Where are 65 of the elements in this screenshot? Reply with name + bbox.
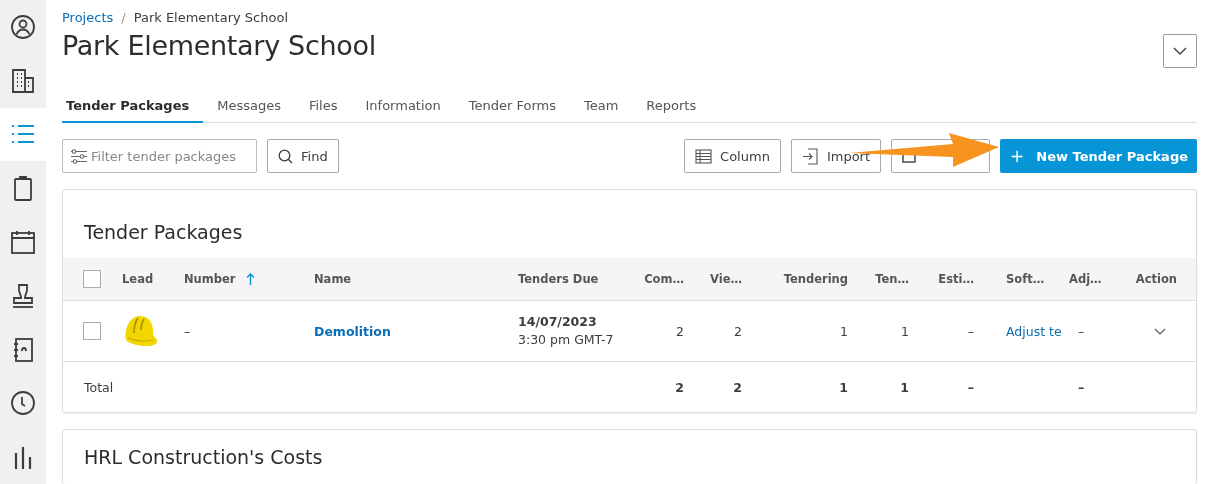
import-icon <box>801 147 819 165</box>
calendar-icon[interactable] <box>10 230 36 254</box>
column-header[interactable]: Soft… <box>1006 272 1045 286</box>
tab[interactable]: Information <box>351 98 455 123</box>
table-cell: – <box>1077 379 1085 395</box>
column-button[interactable]: Column <box>684 139 781 173</box>
tab[interactable]: Messages <box>203 98 295 123</box>
column-header[interactable]: Name <box>314 272 352 286</box>
building-icon[interactable] <box>11 67 35 94</box>
dropdown-button[interactable] <box>1163 34 1197 68</box>
column-header[interactable]: Number <box>184 272 236 286</box>
table-cell: 14/07/2023 <box>518 313 597 331</box>
chevron-down-icon <box>1173 47 1187 55</box>
card-title: HRL Construction's Costs <box>83 445 324 470</box>
stamp-icon[interactable] <box>10 282 36 309</box>
list-icon[interactable] <box>11 124 35 145</box>
filter-field[interactable]: Filter tender packages <box>62 139 257 173</box>
tab[interactable]: Team <box>570 98 633 123</box>
table-cell: 1 <box>839 379 848 395</box>
column-header[interactable]: Lead <box>122 272 154 286</box>
user-icon[interactable] <box>10 13 36 40</box>
column-header[interactable]: Tenders Due <box>518 272 599 286</box>
row-checkbox[interactable] <box>83 322 101 340</box>
column-header[interactable]: Esti… <box>938 272 974 286</box>
tab[interactable]: Tender Forms <box>454 98 570 123</box>
table-cell: – <box>184 323 191 339</box>
column-header[interactable]: Vie… <box>710 272 742 286</box>
import-button[interactable]: Import <box>790 139 882 173</box>
clock-icon[interactable] <box>10 390 36 417</box>
column-header[interactable]: Com… <box>644 272 684 286</box>
tab[interactable]: Tender Packages <box>62 98 204 123</box>
total-label: Total <box>83 379 115 395</box>
breadcrumb-link[interactable]: Projects <box>62 10 114 25</box>
column-header[interactable]: Tendering <box>783 272 848 286</box>
table-cell: 2 <box>733 379 742 395</box>
table-cell: 1 <box>840 323 848 339</box>
bar-chart-icon[interactable] <box>13 445 33 470</box>
breadcrumb-separator: / <box>121 10 126 25</box>
table-cell: – <box>1077 323 1085 339</box>
find-button[interactable]: Find <box>267 139 339 173</box>
table-cell: 2 <box>675 379 684 395</box>
table-cell: – <box>967 379 974 395</box>
tab[interactable]: Files <box>294 98 352 123</box>
table-cell: 3:30 pm GMT-7 <box>518 331 614 349</box>
search-icon <box>278 148 293 164</box>
column-header[interactable]: Ten… <box>875 272 909 286</box>
table-icon <box>695 148 713 164</box>
table-cell: 1 <box>901 323 909 339</box>
breadcrumb-current: Park Elementary School <box>133 10 288 25</box>
card-title: Tender Packages <box>83 220 244 245</box>
column-header[interactable]: Action <box>1135 272 1177 286</box>
adjust-link[interactable]: Adjust te <box>1006 323 1062 339</box>
table-cell: 1 <box>900 379 909 395</box>
table-cell: 2 <box>676 323 684 339</box>
tab[interactable]: Reports <box>632 98 711 123</box>
column-header[interactable]: Adj… <box>1069 272 1102 286</box>
address-book-icon[interactable] <box>12 336 34 363</box>
sort-arrow-icon[interactable] <box>245 273 255 285</box>
table-cell: 2 <box>734 323 742 339</box>
table-cell: – <box>967 323 974 339</box>
package-link[interactable]: Demolition <box>314 323 391 339</box>
select-all-checkbox[interactable] <box>83 270 101 288</box>
clipboard-icon[interactable] <box>13 175 33 202</box>
page-title: Park Elementary School <box>62 30 376 61</box>
chevron-down-icon[interactable] <box>1154 327 1166 335</box>
